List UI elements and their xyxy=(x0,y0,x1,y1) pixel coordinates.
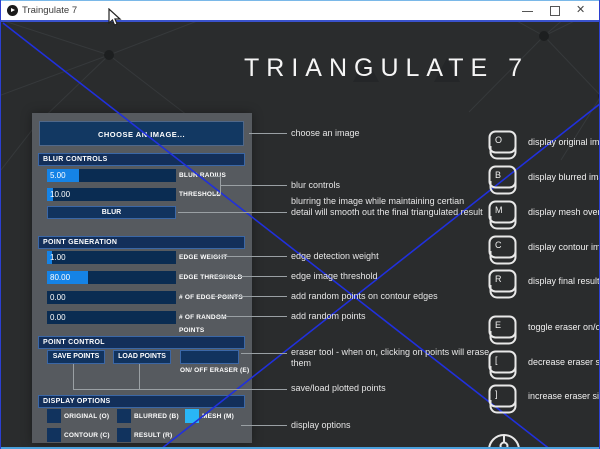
blur-radius-slider[interactable]: 5.00 xyxy=(47,169,176,182)
app-window: Traingulate 7 ✕ TRIANGULATE 7 CHOOSE AN … xyxy=(0,0,600,449)
callout-line xyxy=(73,364,74,389)
callout-line xyxy=(249,133,287,134)
annotation-display: display options xyxy=(291,420,351,431)
svg-text:M: M xyxy=(495,205,503,215)
shortcut-desc-o: display original image xyxy=(528,137,600,147)
svg-text:R: R xyxy=(495,274,502,284)
shortcut-desc-e: toggle eraser on/off xyxy=(528,322,600,332)
edge-points-slider[interactable]: 0.00 xyxy=(47,291,176,304)
annotation-save-load: save/load plotted points xyxy=(291,383,386,394)
accent-line-top xyxy=(1,20,600,22)
slider-value: 0.00 xyxy=(50,311,66,324)
shortcut-desc-bracket-right: increase eraser size xyxy=(528,391,600,401)
shortcut-desc-r: display final result xyxy=(528,276,600,286)
eraser-toggle-button[interactable] xyxy=(180,350,239,364)
checkbox-original-label: ORIGINAL (O) xyxy=(64,413,109,420)
checkbox-contour-label: CONTOUR (C) xyxy=(64,432,110,439)
key-bracket-right-icon: ] xyxy=(488,384,518,414)
key-b-icon: B xyxy=(488,165,518,195)
svg-text:O: O xyxy=(495,135,502,145)
callout-line xyxy=(215,276,287,277)
callout-line xyxy=(215,256,287,257)
eraser-caption: ON/ OFF ERASER (E) xyxy=(180,367,249,374)
checkbox-blurred-label: BLURRED (B) xyxy=(134,413,179,420)
slider-value: 0.00 xyxy=(50,291,66,304)
blur-button[interactable]: BLUR xyxy=(47,206,176,219)
checkbox-original[interactable] xyxy=(47,409,61,423)
edge-weight-slider[interactable]: 1.00 xyxy=(47,251,176,264)
callout-line xyxy=(139,364,140,389)
point-generation-header: POINT GENERATION xyxy=(38,236,245,249)
shortcut-desc-bracket-left: decrease eraser size xyxy=(528,357,600,367)
random-points-label: # OF RANDOM POINTS xyxy=(179,311,249,337)
edge-points-label: # OF EDGE POINTS xyxy=(179,291,249,304)
maximize-button[interactable] xyxy=(540,1,570,21)
threshold-slider[interactable]: 10.00 xyxy=(47,188,176,201)
key-bracket-left-icon: [ xyxy=(488,350,518,380)
callout-line xyxy=(73,389,287,390)
page-title: TRIANGULATE 7 xyxy=(244,54,529,83)
checkbox-mesh-label: MESH (M) xyxy=(202,413,234,420)
svg-text:B: B xyxy=(495,170,501,180)
callout-line xyxy=(210,176,220,177)
key-r-icon: R xyxy=(488,269,518,299)
load-points-button[interactable]: LOAD POINTS xyxy=(113,350,171,364)
app-icon xyxy=(7,5,18,16)
annotation-blur: blur controls xyxy=(291,180,340,191)
shortcut-desc-m: display mesh over original xyxy=(528,207,600,217)
callout-line xyxy=(220,185,287,186)
slider-value: 10.00 xyxy=(50,188,70,201)
callout-line xyxy=(215,316,287,317)
svg-text:]: ] xyxy=(495,389,498,399)
callout-line xyxy=(210,194,220,195)
key-c-icon: C xyxy=(488,235,518,265)
shortcut-desc-b: display blurred image xyxy=(528,172,600,182)
svg-text:C: C xyxy=(495,240,502,250)
edge-threshold-slider[interactable]: 80.00 xyxy=(47,271,176,284)
slider-value: 80.00 xyxy=(50,271,70,284)
control-panel: CHOOSE AN IMAGE... BLUR CONTROLS 5.00 BL… xyxy=(32,113,252,443)
annotation-random-points: add random points xyxy=(291,311,366,322)
callout-line xyxy=(178,212,287,213)
checkbox-result-label: RESULT (R) xyxy=(134,432,172,439)
callout-line xyxy=(215,296,287,297)
key-e-icon: E xyxy=(488,315,518,345)
callout-line xyxy=(241,425,287,426)
annotation-blur-note: blurring the image while maintaining cer… xyxy=(291,196,483,217)
key-m-icon: M xyxy=(488,200,518,230)
annotation-edge-weight: edge detection weight xyxy=(291,251,379,262)
slider-value: 1.00 xyxy=(50,251,66,264)
title-bar[interactable]: Traingulate 7 ✕ xyxy=(1,0,600,20)
checkbox-contour[interactable] xyxy=(47,428,61,442)
annotation-choose: choose an image xyxy=(291,128,360,139)
choose-image-button[interactable]: CHOOSE AN IMAGE... xyxy=(39,121,244,146)
annotation-edge-threshold: edge image threshold xyxy=(291,271,378,282)
callout-line xyxy=(241,353,287,354)
save-points-button[interactable]: SAVE POINTS xyxy=(47,350,105,364)
window-title: Traingulate 7 xyxy=(22,5,77,16)
mouse-cursor xyxy=(108,8,122,27)
checkbox-blurred[interactable] xyxy=(117,409,131,423)
minimize-button[interactable] xyxy=(513,1,543,21)
close-button[interactable]: ✕ xyxy=(567,1,597,21)
point-control-header: POINT CONTROL xyxy=(38,336,245,349)
checkbox-mesh[interactable] xyxy=(185,409,199,423)
random-points-slider[interactable]: 0.00 xyxy=(47,311,176,324)
slider-value: 5.00 xyxy=(50,169,66,182)
edge-weight-label: EDGE WEIGHT xyxy=(179,251,249,264)
display-options-header: DISPLAY OPTIONS xyxy=(38,395,245,408)
edge-threshold-label: EDGE THRESHOLD xyxy=(179,271,249,284)
annotation-edge-points: add random points on contour edges xyxy=(291,291,438,302)
blur-controls-header: BLUR CONTROLS xyxy=(38,153,245,166)
svg-text:E: E xyxy=(495,320,501,330)
key-o-icon: O xyxy=(488,130,518,160)
shortcut-desc-c: display contour image xyxy=(528,242,600,252)
svg-text:[: [ xyxy=(495,355,498,365)
annotation-eraser: eraser tool - when on, clicking on point… xyxy=(291,347,499,368)
minimize-icon xyxy=(522,11,533,12)
close-icon: ✕ xyxy=(576,4,585,17)
checkbox-result[interactable] xyxy=(117,428,131,442)
maximize-icon xyxy=(550,6,560,16)
